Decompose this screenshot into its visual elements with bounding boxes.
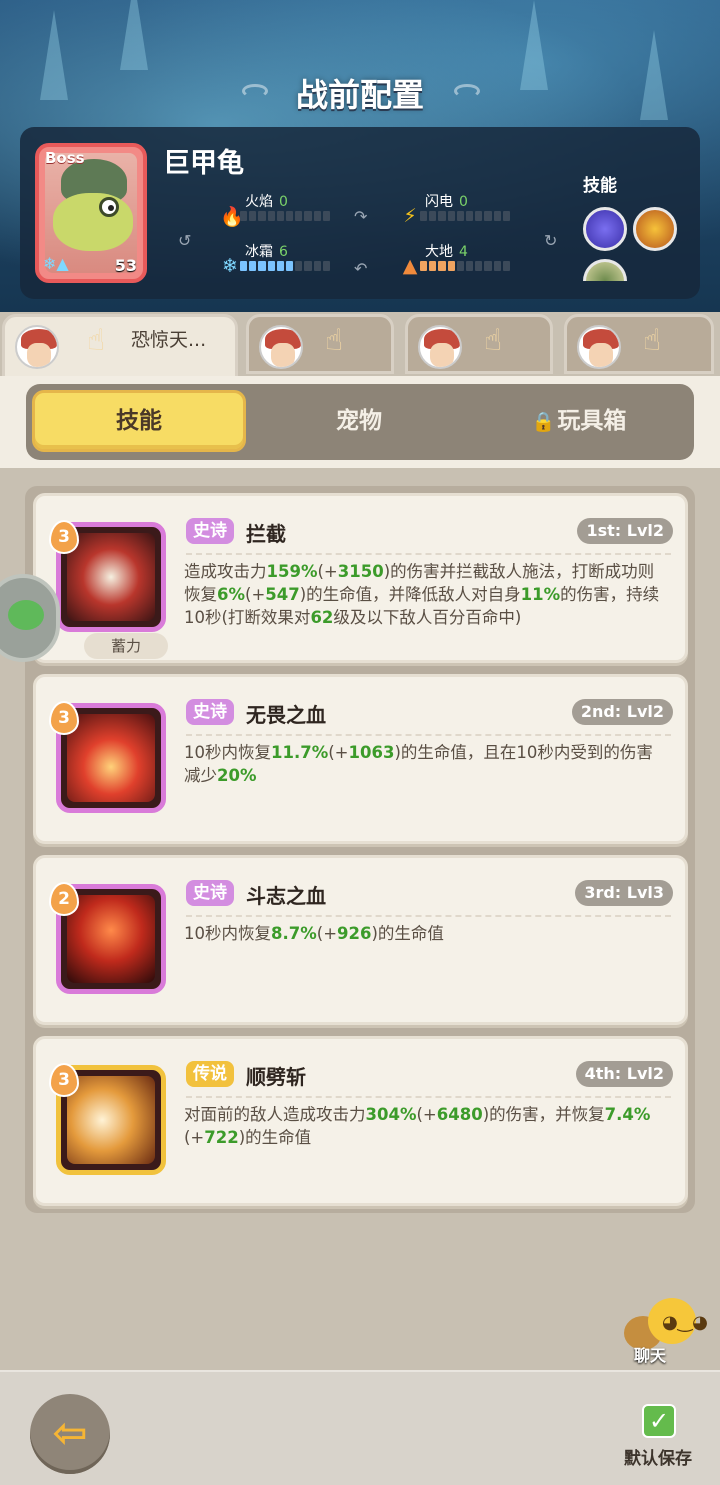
frost-icon: ❄ xyxy=(222,255,238,277)
element-frost-label: 冰霜 xyxy=(245,244,273,260)
element-frost-value: 6 xyxy=(279,244,288,260)
hero-tab-4[interactable]: ☝ xyxy=(564,314,714,374)
smile-icon: ◕‿◕ xyxy=(662,1312,708,1333)
cycle-arrow-icon: ↺ xyxy=(178,231,192,250)
skill-description: 造成攻击力159%(+3150)的伤害并拦截敌人施法，打断成功则恢复6%(+54… xyxy=(184,562,660,627)
category-tabbar: 技能 宠物 🔒玩具箱 xyxy=(26,384,694,460)
fire-icon: 🔥 xyxy=(220,206,244,228)
boss-badge: Boss xyxy=(45,149,85,167)
skill-slot-level: 2nd: Lvl2 xyxy=(571,699,673,725)
skill-rarity-tag: 传说 xyxy=(186,1061,234,1087)
element-lightning-label: 闪电 xyxy=(425,194,453,210)
tab-pets[interactable]: 宠物 xyxy=(252,390,466,452)
cycle-arrow-icon: ↷ xyxy=(354,207,368,226)
element-lightning: 闪电 0 ⚡ xyxy=(400,191,520,231)
lightning-icon: ⚡ xyxy=(403,205,417,227)
hero-avatar xyxy=(418,325,462,369)
hero-avatar xyxy=(259,325,303,369)
skill-description: 对面前的敌人造成攻击力304%(+6480)的伤害，并恢复7.4%(+722)的… xyxy=(184,1105,651,1147)
skill-rank-badge: 2 xyxy=(49,882,79,916)
cycle-arrow-icon: ↶ xyxy=(354,259,368,278)
hero-tab-3[interactable]: ☝ xyxy=(405,314,553,374)
earth-bar xyxy=(420,261,511,271)
skill-rarity-tag: 史诗 xyxy=(186,699,234,725)
checkbox-icon[interactable]: ✓ xyxy=(642,1404,676,1438)
lightning-bar xyxy=(420,211,511,221)
hero-tab-name: 恐惊天... xyxy=(131,329,207,351)
boss-info-panel: Boss ❄▲ 53 巨甲龟 火焰 0 🔥 闪电 0 ⚡ 冰霜 6 ❄ 大地 4 ▲ ↷… xyxy=(20,127,700,299)
boss-skill-vortex-icon[interactable] xyxy=(583,207,627,251)
element-frost: 冰霜 6 ❄ xyxy=(220,241,340,281)
back-arrow-icon[interactable]: ⇦ xyxy=(30,1394,110,1474)
element-lightning-value: 0 xyxy=(459,194,468,210)
turtle-body xyxy=(53,193,133,251)
element-earth: 大地 4 ▲ xyxy=(400,241,520,281)
skill-name: 顺劈斩 xyxy=(246,1065,306,1089)
wechat-share-button[interactable] xyxy=(0,574,60,662)
boss-element-icon: ❄▲ xyxy=(43,254,69,273)
skill-description: 10秒内恢复8.7%(+926)的生命值 xyxy=(184,924,444,943)
pointing-hand-icon: ☝ xyxy=(643,323,662,358)
tab-toybox[interactable]: 🔒玩具箱 xyxy=(472,390,686,452)
charge-label: 蓄力 xyxy=(84,633,168,659)
cycle-arrow-icon: ↻ xyxy=(544,231,558,250)
skill-rank-badge: 3 xyxy=(49,1063,79,1097)
hero-avatar xyxy=(577,325,621,369)
boss-skill-partial-icon[interactable] xyxy=(583,259,627,281)
default-save-label: 默认保存 xyxy=(624,1449,692,1469)
skill-slot-level: 4th: Lvl2 xyxy=(575,1061,673,1087)
skill-rank-badge: 3 xyxy=(49,520,79,554)
hero-tab-2[interactable]: ☝ xyxy=(246,314,394,374)
skill-name: 斗志之血 xyxy=(246,884,326,908)
chat-label: 聊天 xyxy=(634,1346,667,1365)
boss-portrait[interactable]: Boss ❄▲ 53 xyxy=(35,143,147,283)
page-title: 战前配置 xyxy=(295,76,424,114)
skill-rank-badge: 3 xyxy=(49,701,79,735)
hero-tab-1[interactable]: ☝ 恐惊天... xyxy=(2,314,238,380)
frost-bar xyxy=(240,261,331,271)
skill-card-2[interactable]: 3 史诗 无畏之血 2nd: Lvl2 10秒内恢复11.7%(+1063)的生… xyxy=(33,674,688,844)
tab-skills[interactable]: 技能 xyxy=(32,390,246,452)
skill-rarity-tag: 史诗 xyxy=(186,518,234,544)
element-earth-label: 大地 xyxy=(425,244,453,260)
turtle-eye xyxy=(99,197,119,217)
skill-card-1[interactable]: 3 史诗 拦截 1st: Lvl2 造成攻击力159%(+3150)的伤害并拦截… xyxy=(33,493,688,663)
skill-slot-level: 3rd: Lvl3 xyxy=(575,880,673,906)
fire-bar xyxy=(240,211,331,221)
skill-card-3[interactable]: 2 史诗 斗志之血 3rd: Lvl3 10秒内恢复8.7%(+926)的生命值 xyxy=(33,855,688,1025)
pointing-hand-icon: ☝ xyxy=(484,323,503,358)
chat-bubble-icon xyxy=(8,600,44,630)
skill-name: 拦截 xyxy=(246,522,286,546)
earth-icon: ▲ xyxy=(402,255,418,277)
pointing-hand-icon: ☝ xyxy=(325,323,344,358)
hero-avatar xyxy=(15,325,59,369)
boss-level: 53 xyxy=(114,256,137,275)
skill-card-4[interactable]: 3 传说 顺劈斩 4th: Lvl2 对面前的敌人造成攻击力304%(+6480… xyxy=(33,1036,688,1206)
boss-skill-crown-icon[interactable] xyxy=(633,207,677,251)
lock-icon: 🔒 xyxy=(531,411,556,433)
element-fire-value: 0 xyxy=(279,194,288,210)
skill-name: 无畏之血 xyxy=(246,703,326,727)
tab-toybox-label: 玩具箱 xyxy=(557,408,627,434)
pointing-hand-icon: ☝ xyxy=(87,323,106,358)
element-fire: 火焰 0 🔥 xyxy=(220,191,340,231)
skill-description: 10秒内恢复11.7%(+1063)的生命值，且在10秒内受到的伤害减少20% xyxy=(184,743,653,785)
skill-slot-level: 1st: Lvl2 xyxy=(577,518,673,544)
element-fire-label: 火焰 xyxy=(245,194,273,210)
boss-skills-label: 技能 xyxy=(583,176,617,196)
element-earth-value: 4 xyxy=(459,244,468,260)
skill-rarity-tag: 史诗 xyxy=(186,880,234,906)
boss-name: 巨甲龟 xyxy=(163,148,244,179)
